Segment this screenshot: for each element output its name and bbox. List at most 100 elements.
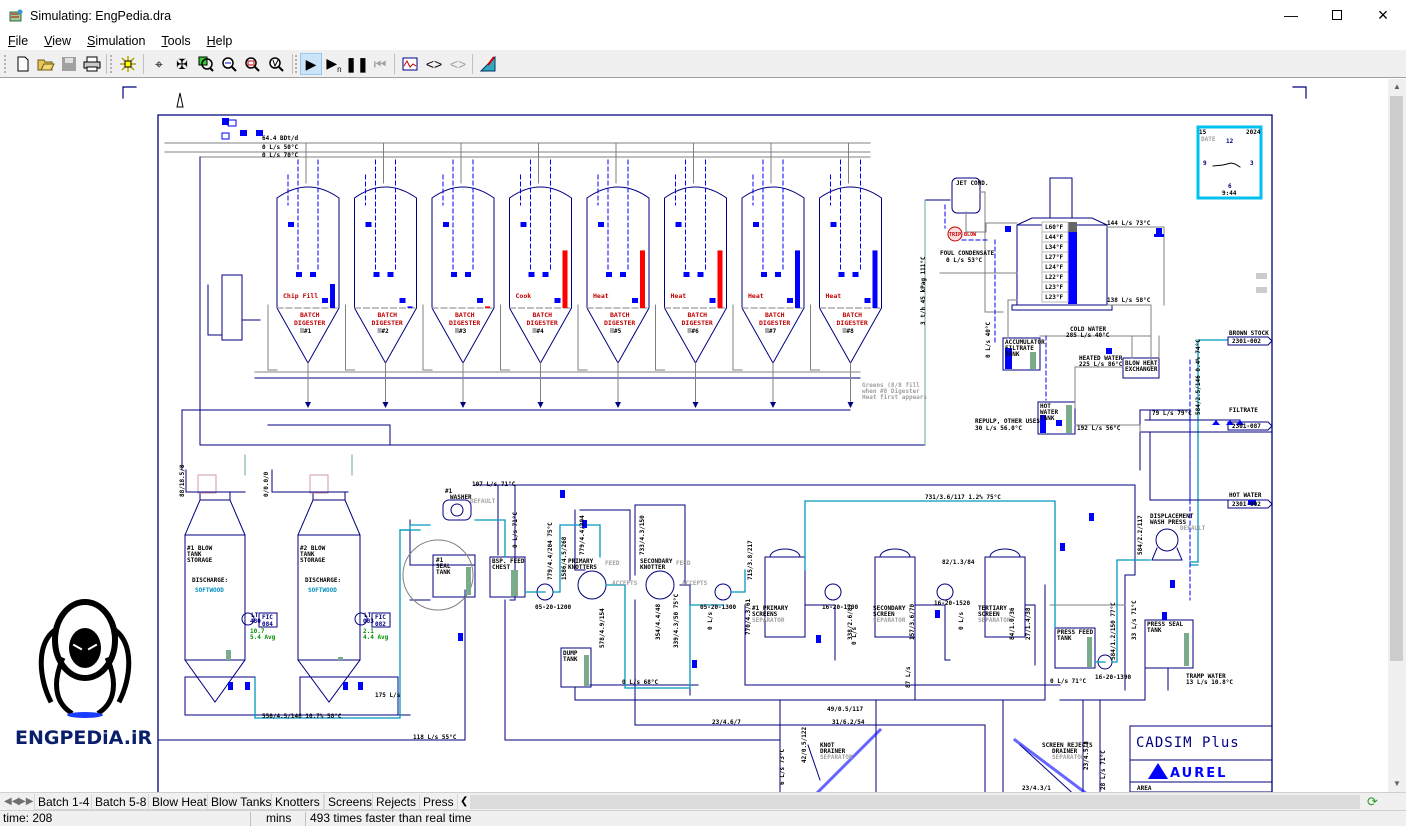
close-icon: × — [1377, 4, 1389, 25]
label: FIC — [375, 614, 386, 621]
tab-blow-heat[interactable]: Blow Heat — [148, 794, 211, 810]
scroll-thumb[interactable] — [1390, 96, 1403, 661]
label: TANK — [1040, 415, 1055, 422]
label: 0 L/s — [707, 612, 714, 630]
run-n-steps-button[interactable]: ▶n — [323, 53, 345, 75]
tab-press[interactable]: Press — [419, 794, 458, 810]
batch-digester[interactable]: BATCHDIGESTER#3 — [422, 142, 495, 408]
label: 4.4 Avg — [363, 634, 389, 641]
blow-tank-2 — [297, 499, 361, 703]
label: 28 L/s 71°C — [1100, 750, 1107, 790]
clock-year: 2024 — [1246, 129, 1261, 136]
digester-label: DIGESTER — [294, 319, 325, 327]
move-button[interactable]: ✠ — [171, 53, 193, 75]
scroll-down-icon[interactable]: ▼ — [1388, 776, 1406, 792]
code-disabled-button[interactable]: <> — [447, 53, 469, 75]
label: REPULP, OTHER USES — [975, 418, 1040, 425]
zoom-out-button[interactable] — [241, 53, 263, 75]
label: 0 L/s 40°C — [985, 321, 992, 358]
batch-digester[interactable]: Cook BATCHDIGESTER#4 — [500, 142, 572, 408]
label: 779/4.4/204 75°C — [547, 522, 554, 580]
tab-knotters[interactable]: Knotters — [271, 794, 324, 810]
new-button[interactable] — [12, 53, 34, 75]
valve-icon — [709, 298, 716, 303]
menu-view[interactable]: View — [36, 32, 79, 50]
drafting-icon — [479, 55, 496, 72]
batch-digester[interactable]: Heat BATCHDIGESTER#6 — [655, 142, 727, 408]
menu-file[interactable]: File — [0, 32, 36, 50]
valve-icon — [399, 298, 406, 303]
code-button[interactable]: <> — [423, 53, 445, 75]
batch-digester[interactable]: Heat BATCHDIGESTER#5 — [577, 142, 650, 408]
label: 13 L/s 10.8°C — [1186, 679, 1233, 686]
horizontal-scrollbar[interactable] — [470, 795, 1360, 809]
label: FOUL CONDENSATE — [940, 250, 995, 257]
toolbar-grip[interactable] — [295, 55, 297, 73]
batch-digester[interactable]: Heat BATCHDIGESTER#7 — [732, 142, 805, 408]
minimize-button[interactable]: — — [1268, 0, 1314, 30]
label: 770/4.3/61 — [745, 598, 752, 635]
trend-button[interactable] — [399, 53, 421, 75]
label: 779/4.4/204 — [579, 515, 586, 555]
tab-blow-tanks[interactable]: Blow Tanks — [207, 794, 276, 810]
snap-button[interactable] — [117, 53, 139, 75]
batch-digester[interactable]: Chip Fill BATCHDIGESTER#1 — [267, 142, 340, 408]
print-button[interactable] — [81, 53, 103, 75]
label: 5.4 Avg — [250, 634, 276, 641]
menu-simulation[interactable]: Simulation — [79, 32, 153, 50]
toolbar-grip[interactable] — [4, 55, 6, 73]
scroll-up-icon[interactable]: ▲ — [1388, 79, 1406, 95]
batch-digester[interactable]: BATCHDIGESTER#2 — [345, 142, 417, 408]
flowsheet-drawing[interactable]: Chip FillBATCHDIGESTER#1BATCHDIGESTER#2B… — [0, 79, 1388, 792]
menu-help[interactable]: Help — [199, 32, 241, 50]
maximize-button[interactable] — [1314, 0, 1360, 30]
valve-icon — [697, 272, 704, 277]
tab-rejects[interactable]: Rejects — [372, 794, 421, 810]
tab-batch-1-4[interactable]: Batch 1-4 — [34, 794, 94, 810]
scroll-left-icon[interactable]: ❮ — [460, 794, 468, 810]
valve-icon — [606, 272, 612, 277]
zoom-in-button[interactable] — [218, 53, 240, 75]
digester-label: DIGESTER — [604, 319, 635, 327]
digester-label: BATCH — [455, 311, 475, 319]
header-line-2: 0 L/s 50°C — [262, 144, 299, 151]
label: ACCEPTS — [682, 580, 708, 587]
zoom-previous-button[interactable] — [265, 53, 287, 75]
zoom-fit-button[interactable] — [195, 53, 217, 75]
tab-screens[interactable]: Screens — [324, 794, 377, 810]
tab-batch-5-8[interactable]: Batch 5-8 — [91, 794, 151, 810]
toolbar-grip[interactable] — [110, 55, 112, 73]
label: STORAGE — [300, 557, 326, 564]
valve-icon — [830, 222, 837, 227]
close-button[interactable]: × — [1360, 0, 1406, 30]
run-button[interactable]: ▶ — [300, 53, 322, 75]
label: EXCHANGER — [1125, 366, 1158, 373]
label: 354/4.4/48 — [655, 603, 662, 640]
digester-id: #3 — [459, 328, 467, 335]
label: 285 L/s 40°C — [1066, 332, 1110, 339]
refresh-icon[interactable]: ⟳ — [1367, 794, 1378, 810]
open-button[interactable] — [35, 53, 57, 75]
pause-button[interactable]: ❚❚ — [345, 53, 368, 75]
aurel-logo-text: AUREL — [1170, 766, 1227, 781]
tab-last-icon[interactable]: ▶▶ — [18, 794, 33, 810]
crosshair-button[interactable]: ⌖ — [148, 53, 170, 75]
save-button[interactable] — [58, 53, 80, 75]
batch-digester[interactable]: Heat BATCHDIGESTER#8 — [810, 142, 882, 408]
flowsheet-canvas[interactable]: Chip Fill BATCH DIGESTER #1 BATCH DIGESTER #2 B… — [0, 79, 1388, 792]
zoom-previous-icon — [269, 57, 284, 72]
digester-label: BATCH — [610, 311, 630, 319]
indicator-button[interactable] — [1256, 287, 1267, 293]
area-label: AREA — [1137, 785, 1152, 792]
label: BROWN STOCK — [1229, 330, 1269, 337]
vertical-scrollbar[interactable]: ▲ ▼ — [1388, 79, 1406, 792]
label: SOFTWOOD — [308, 587, 337, 594]
clock-day: 15 — [1199, 129, 1207, 136]
label: 082 — [375, 621, 386, 628]
label: 82/1.3/84 — [942, 559, 975, 566]
label: 731/3.6/117 1.2% 75°C — [925, 494, 1001, 501]
indicator-button[interactable] — [1256, 273, 1267, 279]
menu-tools[interactable]: Tools — [153, 32, 198, 50]
drafting-button[interactable] — [477, 53, 499, 75]
reset-button[interactable]: ⏮ — [369, 53, 391, 75]
